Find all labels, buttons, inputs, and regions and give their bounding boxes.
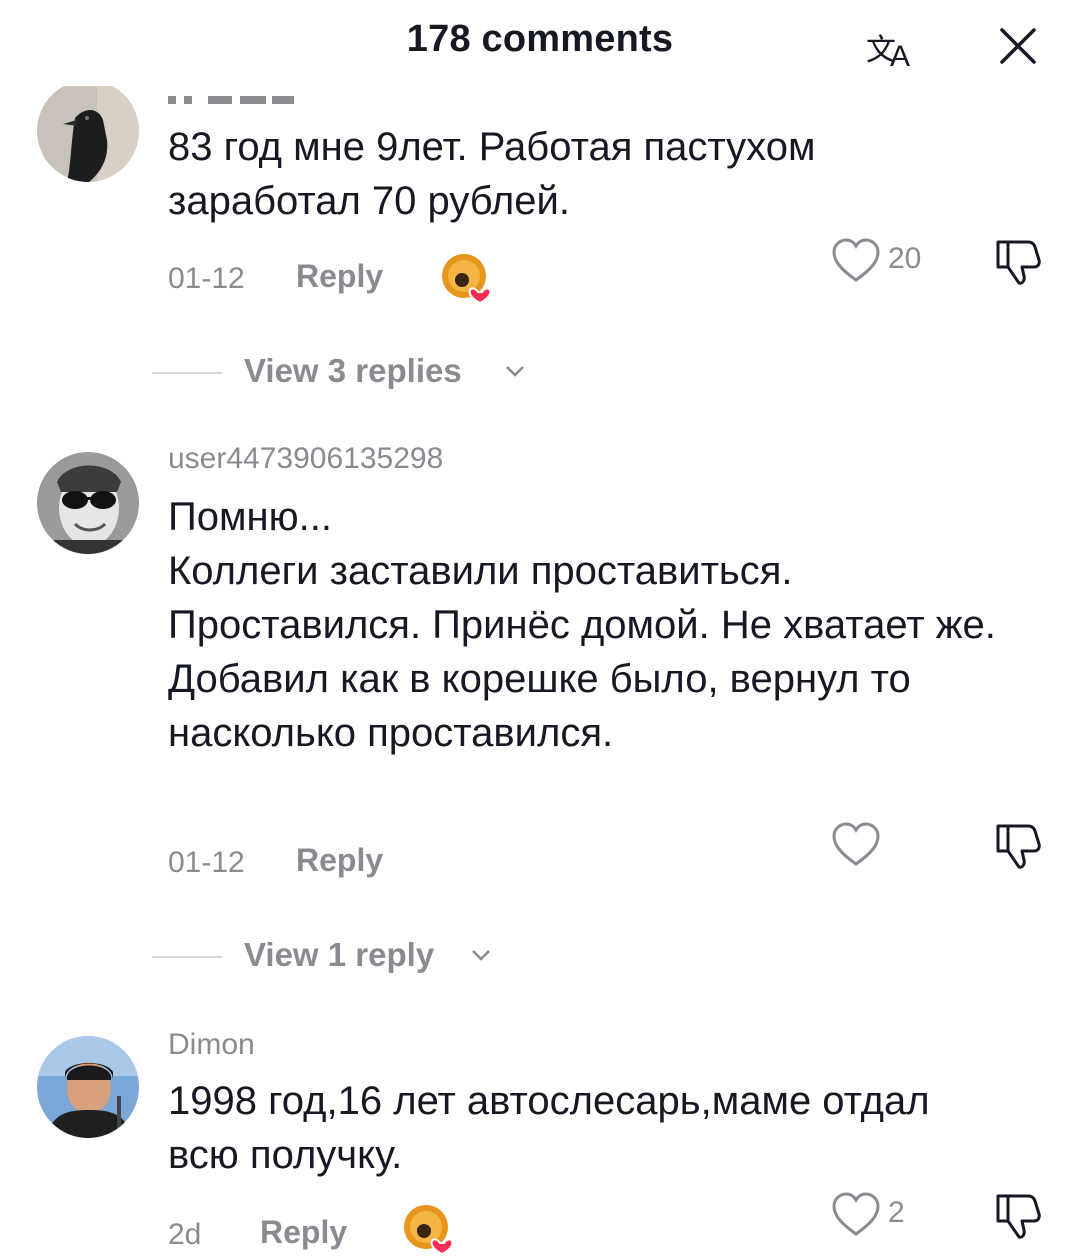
like-button[interactable] xyxy=(830,1190,882,1238)
reply-button[interactable]: Reply xyxy=(260,1214,347,1251)
close-icon xyxy=(1000,28,1036,64)
view-replies-label: View 1 reply xyxy=(244,936,435,973)
reply-button[interactable]: Reply xyxy=(296,842,383,879)
comment-text: Помню... Коллеги заставили проставиться.… xyxy=(168,495,996,755)
creator-heart-badge-icon xyxy=(404,1205,454,1256)
heart-outline-icon xyxy=(832,238,880,282)
comment-date: 2d xyxy=(168,1218,202,1251)
reply-button[interactable]: Reply xyxy=(296,258,383,295)
avatar[interactable] xyxy=(37,452,139,554)
heart-outline-icon xyxy=(832,822,880,866)
chevron-down-icon xyxy=(506,366,524,377)
dislike-icon xyxy=(996,1194,1041,1239)
comment-text: 83 год мне 9лет. Работая пастухом зарабо… xyxy=(168,125,816,223)
username[interactable]: Dimon xyxy=(168,1028,255,1062)
creator-heart-badge-icon xyxy=(442,254,492,305)
avatar[interactable] xyxy=(37,80,139,182)
creator-liked-badge xyxy=(440,252,496,305)
replies-divider xyxy=(152,372,222,374)
comment-text: 1998 год,16 лет автослесарь,маме отдал в… xyxy=(168,1079,930,1177)
comment-date: 01-12 xyxy=(168,846,245,879)
close-button[interactable] xyxy=(996,24,1040,68)
dislike-icon xyxy=(996,824,1041,869)
view-replies-label: View 3 replies xyxy=(244,352,462,389)
avatar[interactable] xyxy=(37,1036,139,1138)
dislike-button[interactable] xyxy=(992,1188,1044,1240)
like-button[interactable] xyxy=(830,820,882,868)
view-replies-button[interactable]: View 1 reply xyxy=(152,936,752,976)
comment-date: 01-12 xyxy=(168,262,245,295)
like-button[interactable] xyxy=(830,236,882,284)
dislike-icon xyxy=(996,240,1041,285)
heart-outline-icon xyxy=(832,1192,880,1236)
like-count: 2 xyxy=(888,1196,905,1229)
svg-text:A: A xyxy=(890,40,910,70)
translate-button[interactable]: 文 A xyxy=(862,22,920,73)
like-count: 20 xyxy=(888,242,922,275)
chevron-down-icon xyxy=(472,950,490,961)
dislike-button[interactable] xyxy=(992,234,1044,286)
comments-header: 178 comments 文 A xyxy=(0,0,1080,86)
translate-icon: 文 A xyxy=(866,33,910,73)
replies-divider xyxy=(152,956,222,958)
view-replies-button[interactable]: View 3 replies xyxy=(152,352,752,392)
creator-liked-badge xyxy=(402,1203,458,1256)
dislike-button[interactable] xyxy=(992,818,1044,870)
username[interactable]: user4473906135298 xyxy=(168,442,443,476)
